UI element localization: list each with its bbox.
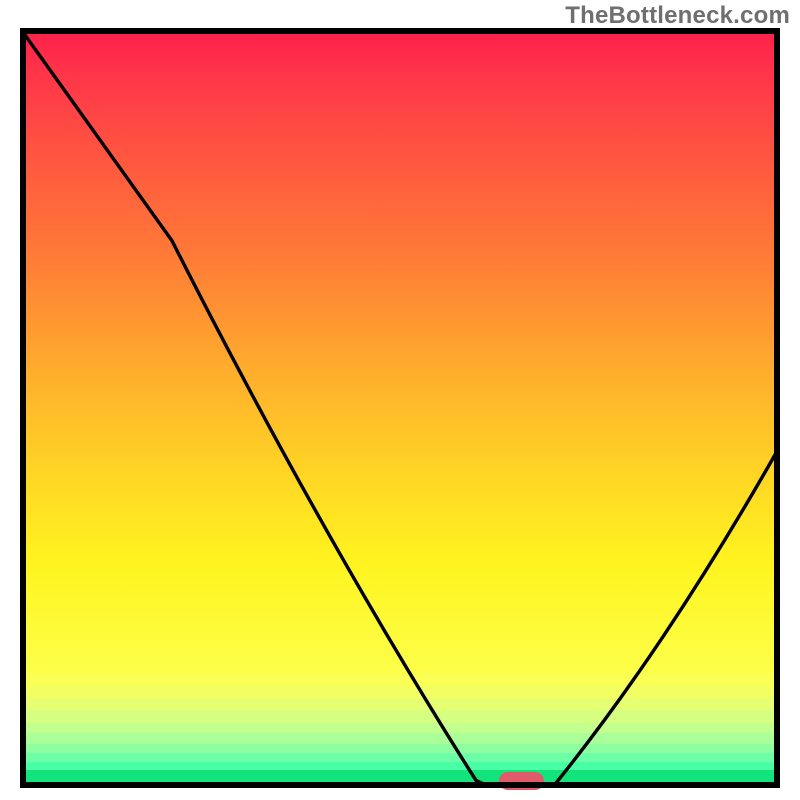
chart-area <box>20 28 780 788</box>
optimal-marker <box>499 772 545 790</box>
chart-svg <box>20 28 780 788</box>
curve-line <box>20 28 780 788</box>
watermark-text: TheBottleneck.com <box>565 2 790 30</box>
